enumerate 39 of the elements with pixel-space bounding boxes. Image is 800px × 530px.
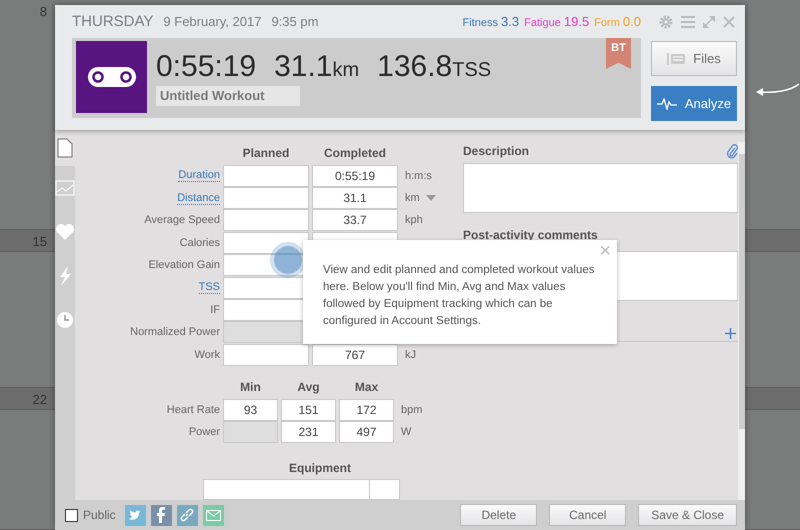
unit-label: km: [405, 192, 420, 204]
weekday-label: THURSDAY: [72, 13, 154, 30]
column-heading: Min: [239, 380, 262, 394]
unit-label: W: [400, 426, 412, 438]
fitness-metric: Fatigue 19.5: [524, 14, 590, 29]
description-label: Description: [463, 144, 530, 158]
calendar-day-number: 22: [32, 392, 47, 407]
tss-unit: TSS: [452, 59, 492, 81]
field-label: Power: [188, 426, 220, 438]
date-label: 9 February, 2017: [163, 14, 262, 29]
distance-unit: km: [332, 59, 360, 81]
ribbon-badge: BT: [606, 38, 631, 69]
field-label: Calories: [180, 236, 220, 249]
column-heading: Max: [354, 380, 380, 394]
comments-label: Post-activity comments: [463, 228, 598, 242]
time-label: 9:35 pm: [271, 14, 318, 29]
unit-label: h:m:s: [405, 170, 432, 182]
field-label: IF: [210, 304, 220, 316]
field-label: Average Speed: [144, 214, 220, 226]
fitness-metric: Form 0.0: [594, 14, 641, 29]
tss-value: 136.8: [377, 50, 452, 83]
calendar-day-number: 8: [40, 4, 47, 19]
tooltip-text: View and edit planned and completed workout values here. Below you'll find Min, Avg and Max values followed by Equipment tracking which can be configured in Account Settings.: [323, 263, 596, 329]
unit-label: kJ: [405, 348, 416, 361]
column-heading: Completed: [322, 146, 387, 160]
column-heading: Avg: [296, 380, 321, 394]
distance-value: 31.1: [274, 50, 332, 83]
field-label: Normalized Power: [130, 326, 220, 338]
public-label: Public: [83, 508, 116, 522]
field-label: Work: [194, 348, 220, 361]
equipment-heading: Equipment: [288, 461, 352, 476]
column-heading: Planned: [242, 146, 290, 160]
field-label: Elevation Gain: [148, 259, 220, 272]
calendar-day-number: 15: [32, 234, 47, 249]
field-label: Heart Rate: [166, 404, 220, 416]
unit-label: bpm: [400, 404, 424, 416]
duration-value: 0:55:19: [156, 50, 256, 84]
fitness-metric: Fitness 3.3: [462, 14, 520, 29]
unit-label: kph: [405, 214, 423, 226]
